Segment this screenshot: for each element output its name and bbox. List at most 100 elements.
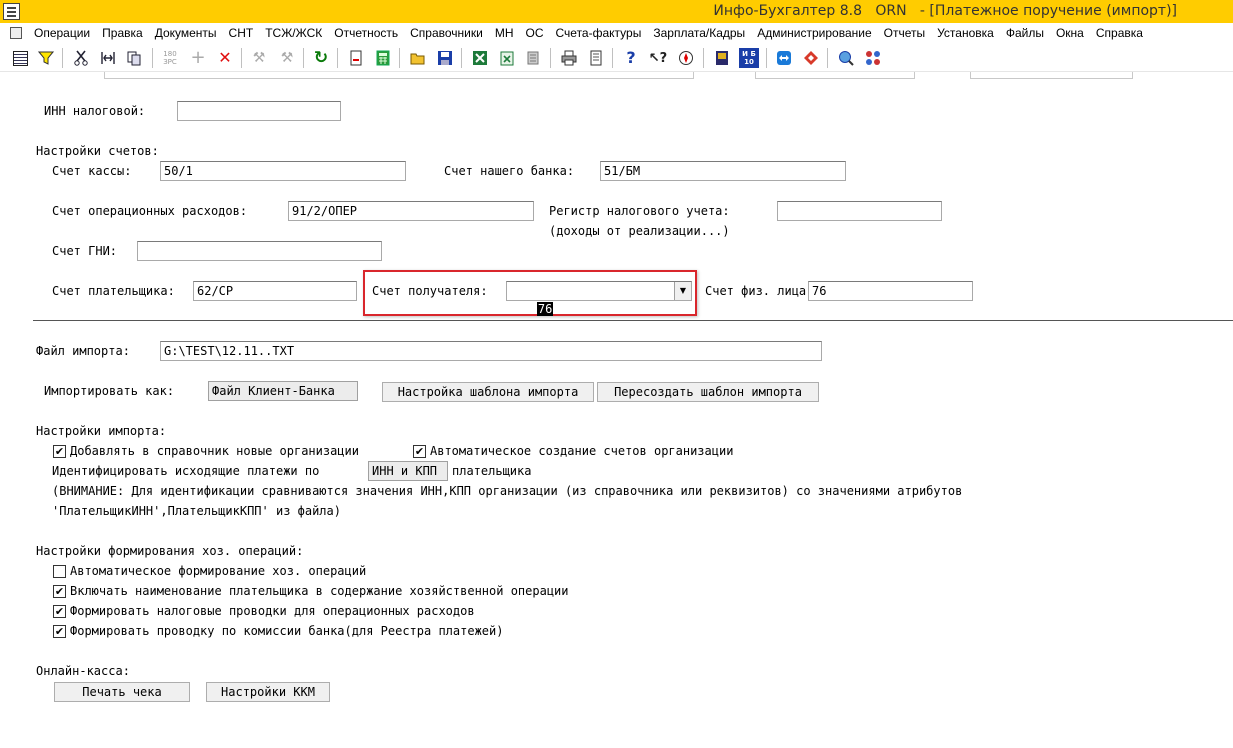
- cash-account-field[interactable]: 50/1: [160, 161, 406, 181]
- menu-item[interactable]: Справочники: [404, 26, 489, 40]
- teamviewer-icon[interactable]: [774, 48, 794, 68]
- add-orgs-checkbox[interactable]: ✔: [53, 445, 66, 458]
- payer-name-checkbox[interactable]: ✔: [53, 585, 66, 598]
- inn-tax-field[interactable]: [177, 101, 341, 121]
- app-icon[interactable]: [3, 3, 20, 20]
- checkmark-icon: ✔: [54, 445, 65, 458]
- ib-version-icon[interactable]: И Б 10: [739, 48, 759, 68]
- toolbar-separator: [461, 48, 462, 68]
- context-help-icon[interactable]: ↖?: [648, 48, 668, 68]
- cut-icon[interactable]: [71, 48, 91, 68]
- import-settings-section-title: Настройки импорта:: [36, 424, 167, 438]
- import-as-field[interactable]: Файл Клиент-Банка: [208, 381, 358, 401]
- menu-item[interactable]: Администрирование: [751, 26, 877, 40]
- menu-item[interactable]: Установка: [931, 26, 1000, 40]
- opex-account-label: Счет операционных расходов:: [52, 204, 248, 218]
- import-as-label: Импортировать как:: [44, 384, 175, 398]
- menu-item[interactable]: МН: [489, 26, 520, 40]
- book-icon[interactable]: [712, 48, 732, 68]
- grid-icon[interactable]: [10, 48, 30, 68]
- document-system-icon[interactable]: [10, 27, 22, 39]
- menu-item[interactable]: Отчетность: [328, 26, 404, 40]
- delete-icon[interactable]: ✕: [215, 48, 235, 68]
- person-account-field[interactable]: 76: [808, 281, 973, 301]
- tools-all-icon[interactable]: ⚒: [277, 48, 297, 68]
- menu-item[interactable]: Отчеты: [878, 26, 931, 40]
- tax-entries-checkbox[interactable]: ✔: [53, 605, 66, 618]
- export-icon[interactable]: [523, 48, 543, 68]
- top-panel-edge: [755, 72, 915, 79]
- menu-item[interactable]: Правка: [96, 26, 149, 40]
- toolbar-separator: [152, 48, 153, 68]
- menu-item[interactable]: Зарплата/Кадры: [647, 26, 751, 40]
- menu-item[interactable]: ОС: [520, 26, 550, 40]
- recreate-template-button[interactable]: Пересоздать шаблон импорта: [597, 382, 819, 402]
- print-receipt-button[interactable]: Печать чека: [54, 682, 190, 702]
- compass-icon[interactable]: [676, 48, 696, 68]
- print-preview-icon[interactable]: [586, 48, 606, 68]
- identify-label: Идентифицировать исходящие платежи по: [52, 464, 320, 478]
- online-cash-section-title: Онлайн-касса:: [36, 664, 130, 678]
- excel-icon[interactable]: [470, 48, 490, 68]
- menu-item[interactable]: ТСЖ/ЖСК: [259, 26, 328, 40]
- bank-account-label: Счет нашего банка:: [444, 164, 575, 178]
- calculator-icon[interactable]: 180 ЗРС: [160, 48, 180, 68]
- recipient-account-value: 76: [536, 302, 554, 316]
- split-columns-icon[interactable]: [98, 48, 118, 68]
- anydesk-icon[interactable]: [801, 48, 821, 68]
- refresh-icon[interactable]: ↻: [311, 48, 331, 68]
- auto-accounts-checkbox[interactable]: ✔: [413, 445, 426, 458]
- globe-search-icon[interactable]: [836, 48, 856, 68]
- excel-export-icon[interactable]: [497, 48, 517, 68]
- template-settings-button[interactable]: Настройка шаблона импорта: [382, 382, 594, 402]
- report-icon[interactable]: [346, 48, 366, 68]
- network-settings-icon[interactable]: [863, 48, 883, 68]
- kkm-settings-button[interactable]: Настройки ККМ: [206, 682, 330, 702]
- import-file-label: Файл импорта:: [36, 344, 130, 358]
- tax-entries-label: Формировать налоговые проводки для опера…: [70, 604, 475, 618]
- accounts-section-title: Настройки счетов:: [36, 144, 159, 158]
- gni-account-field[interactable]: [137, 241, 382, 261]
- checkmark-icon: ✔: [414, 445, 425, 458]
- title-bar: Инфо-Бухгалтер 8.8 ORN - [Платежное пору…: [0, 0, 1233, 23]
- tax-register-field[interactable]: [777, 201, 942, 221]
- toolbar-separator: [337, 48, 338, 68]
- menu-item[interactable]: Документы: [149, 26, 223, 40]
- recipient-account-combo[interactable]: 76 ▼: [506, 281, 692, 316]
- print-icon[interactable]: [559, 48, 579, 68]
- cash-account-label: Счет кассы:: [52, 164, 132, 178]
- menu-item[interactable]: Окна: [1050, 26, 1090, 40]
- auto-accounts-label: Автоматическое создание счетов организац…: [430, 444, 734, 458]
- calculator-grid-icon[interactable]: [373, 48, 393, 68]
- top-panel-edge: [104, 72, 694, 79]
- menu-item[interactable]: Операции: [28, 26, 96, 40]
- bank-fee-checkbox[interactable]: ✔: [53, 625, 66, 638]
- add-icon[interactable]: +: [188, 48, 208, 68]
- tax-register-label: Регистр налогового учета:: [549, 204, 730, 218]
- payer-account-label: Счет плательщика:: [52, 284, 175, 298]
- filter-icon[interactable]: [36, 48, 56, 68]
- checkmark-icon: ✔: [54, 585, 65, 598]
- copy-document-icon[interactable]: [124, 48, 144, 68]
- help-icon[interactable]: ?: [621, 48, 641, 68]
- auto-ops-checkbox[interactable]: [53, 565, 66, 578]
- gni-account-label: Счет ГНИ:: [52, 244, 118, 258]
- tools-icon[interactable]: ⚒: [249, 48, 269, 68]
- import-file-field[interactable]: G:\TEST\12.11..TXT: [160, 341, 822, 361]
- recipient-account-highlight: Счет получателя: 76 ▼: [363, 270, 697, 316]
- opex-account-field[interactable]: 91/2/ОПЕР: [288, 201, 534, 221]
- menu-item[interactable]: Файлы: [1000, 26, 1050, 40]
- identify-suffix: плательщика: [452, 464, 532, 478]
- menu-item[interactable]: Счета-фактуры: [550, 26, 648, 40]
- menu-item[interactable]: СНТ: [223, 26, 260, 40]
- open-folder-icon[interactable]: [408, 48, 428, 68]
- identify-field[interactable]: ИНН и КПП: [368, 461, 448, 481]
- bank-account-field[interactable]: 51/БМ: [600, 161, 846, 181]
- chevron-down-icon[interactable]: ▼: [674, 282, 691, 300]
- warning-text-line1: (ВНИМАНИЕ: Для идентификации сравниваютс…: [52, 484, 963, 498]
- save-icon[interactable]: [435, 48, 455, 68]
- toolbar-separator: [766, 48, 767, 68]
- menu-item[interactable]: Справка: [1090, 26, 1149, 40]
- tax-register-sublabel: (доходы от реализации...): [549, 224, 730, 238]
- payer-account-field[interactable]: 62/СР: [193, 281, 357, 301]
